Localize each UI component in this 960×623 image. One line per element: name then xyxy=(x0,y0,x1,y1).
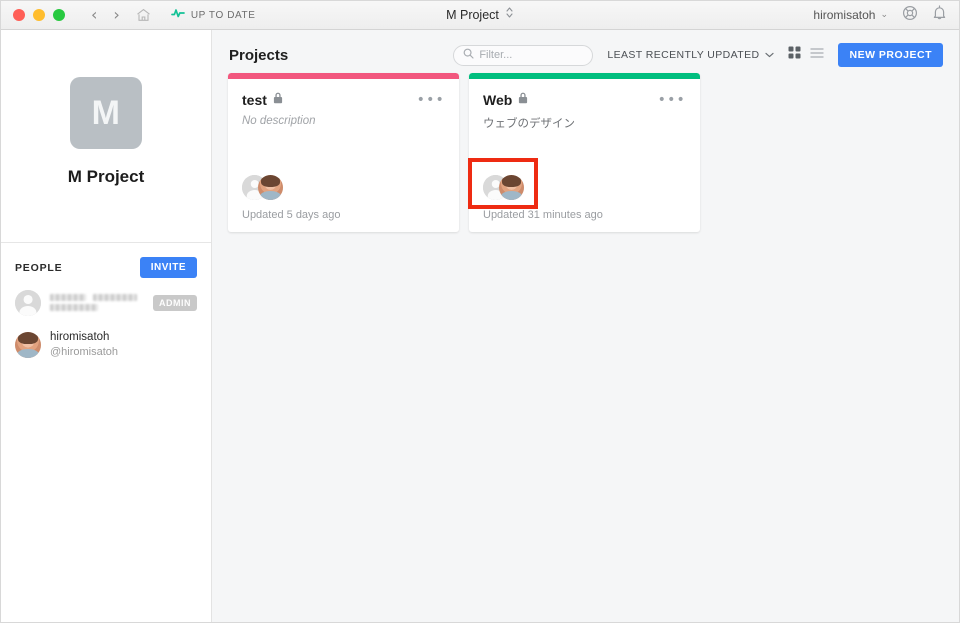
person-name: hiromisatoh xyxy=(50,331,110,343)
projects-toolbar: Projects LEAST RECENTLY UPDATED xyxy=(212,37,959,73)
window-title: M Project xyxy=(446,8,499,22)
project-card[interactable]: test ••• No description Updated 5 days a… xyxy=(228,73,459,232)
sort-dropdown[interactable]: LEAST RECENTLY UPDATED xyxy=(607,49,775,61)
card-updated-text: Updated 31 minutes ago xyxy=(483,209,603,221)
status-badge: ADMIN xyxy=(153,295,197,311)
person-name-redacted xyxy=(50,293,144,314)
lock-icon xyxy=(273,91,283,109)
minimize-window-button[interactable] xyxy=(33,9,45,21)
people-section: PEOPLE INVITE ADMIN hiromisatoh @hiromis… xyxy=(1,243,211,374)
avatar xyxy=(15,331,41,358)
people-header: PEOPLE INVITE xyxy=(15,257,197,278)
list-item[interactable]: hiromisatoh @hiromisatoh xyxy=(15,330,197,360)
projects-grid: test ••• No description Updated 5 days a… xyxy=(212,73,959,232)
app-window: ‹ › UP TO DATE M Project hiromisatoh ⌄ M… xyxy=(0,0,960,623)
person-handle: @hiromisatoh xyxy=(50,345,119,358)
project-avatar-initial: M xyxy=(91,93,121,132)
redacted-handle-line xyxy=(50,303,144,311)
bell-icon[interactable] xyxy=(932,4,947,26)
project-switcher[interactable]: M Project xyxy=(446,6,514,24)
sync-status: UP TO DATE xyxy=(170,6,256,24)
avatar xyxy=(258,174,283,200)
placeholder-avatar-icon xyxy=(15,290,41,316)
avatar xyxy=(15,290,41,316)
card-description: No description xyxy=(242,115,316,127)
people-section-title: PEOPLE xyxy=(15,261,63,274)
life-preserver-icon[interactable] xyxy=(902,5,918,26)
photo-avatar-icon xyxy=(258,174,283,200)
sort-dropdown-label: LEAST RECENTLY UPDATED xyxy=(607,49,760,61)
card-avatars xyxy=(483,174,686,200)
user-menu[interactable]: hiromisatoh ⌄ xyxy=(813,8,888,22)
lock-icon xyxy=(518,91,528,109)
sidebar-project-name: M Project xyxy=(67,167,145,186)
forward-button[interactable]: › xyxy=(113,7,119,23)
new-project-button[interactable]: NEW PROJECT xyxy=(838,43,943,67)
sync-status-label: UP TO DATE xyxy=(190,9,256,21)
chevron-down-icon xyxy=(765,49,775,61)
photo-avatar-icon xyxy=(499,174,524,200)
card-body: test ••• No description Updated 5 days a… xyxy=(228,79,459,232)
back-button[interactable]: ‹ xyxy=(91,7,97,23)
invite-button[interactable]: INVITE xyxy=(139,257,197,278)
chevron-down-icon: ⌄ xyxy=(880,10,888,20)
redacted-block xyxy=(50,293,86,301)
card-body: Web ••• ウェブのデザイン Updated 31 minutes ago xyxy=(469,79,700,232)
avatar xyxy=(499,174,524,200)
redacted-block xyxy=(93,293,137,301)
up-down-chevron-icon xyxy=(505,6,514,24)
card-updated-text: Updated 5 days ago xyxy=(242,209,341,221)
maximize-window-button[interactable] xyxy=(53,9,65,21)
card-description: ウェブのデザイン xyxy=(483,118,575,130)
card-header: Web ••• xyxy=(483,91,686,109)
search-input[interactable] xyxy=(479,49,584,61)
ellipsis-icon[interactable]: ••• xyxy=(658,93,686,107)
project-card[interactable]: Web ••• ウェブのデザイン Updated 31 minutes ago xyxy=(469,73,700,232)
grid-view-icon[interactable] xyxy=(788,46,801,64)
list-item[interactable]: ADMIN xyxy=(15,290,197,316)
sidebar-project-header: M M Project xyxy=(1,30,211,243)
card-avatars xyxy=(242,174,445,200)
user-menu-label: hiromisatoh xyxy=(813,8,876,22)
activity-pulse-icon xyxy=(170,6,185,24)
card-title: test xyxy=(242,92,267,108)
title-bar: ‹ › UP TO DATE M Project hiromisatoh ⌄ xyxy=(1,1,959,30)
card-header: test ••• xyxy=(242,91,445,109)
main-content: Projects LEAST RECENTLY UPDATED xyxy=(212,30,959,622)
search-icon xyxy=(463,46,474,64)
redacted-name-line xyxy=(50,293,144,301)
page-title: Projects xyxy=(229,46,289,64)
redacted-block xyxy=(50,303,98,311)
titlebar-right-actions: hiromisatoh ⌄ xyxy=(813,4,947,26)
list-view-icon[interactable] xyxy=(810,46,825,64)
close-window-button[interactable] xyxy=(13,9,25,21)
person-info: hiromisatoh @hiromisatoh xyxy=(50,330,197,360)
body-container: M M Project PEOPLE INVITE ADMIN hiromisa… xyxy=(1,30,959,622)
sidebar: M M Project PEOPLE INVITE ADMIN hiromisa… xyxy=(1,30,212,622)
home-icon[interactable] xyxy=(136,8,151,22)
navigation-controls: ‹ › xyxy=(91,7,151,23)
view-toggle-group xyxy=(788,46,825,64)
project-avatar: M xyxy=(70,77,142,149)
ellipsis-icon[interactable]: ••• xyxy=(417,93,445,107)
card-title: Web xyxy=(483,92,513,108)
filter-container[interactable] xyxy=(453,44,594,66)
window-controls xyxy=(13,9,65,21)
toolbar-actions: LEAST RECENTLY UPDATED xyxy=(453,43,943,67)
photo-avatar-icon xyxy=(15,331,41,358)
